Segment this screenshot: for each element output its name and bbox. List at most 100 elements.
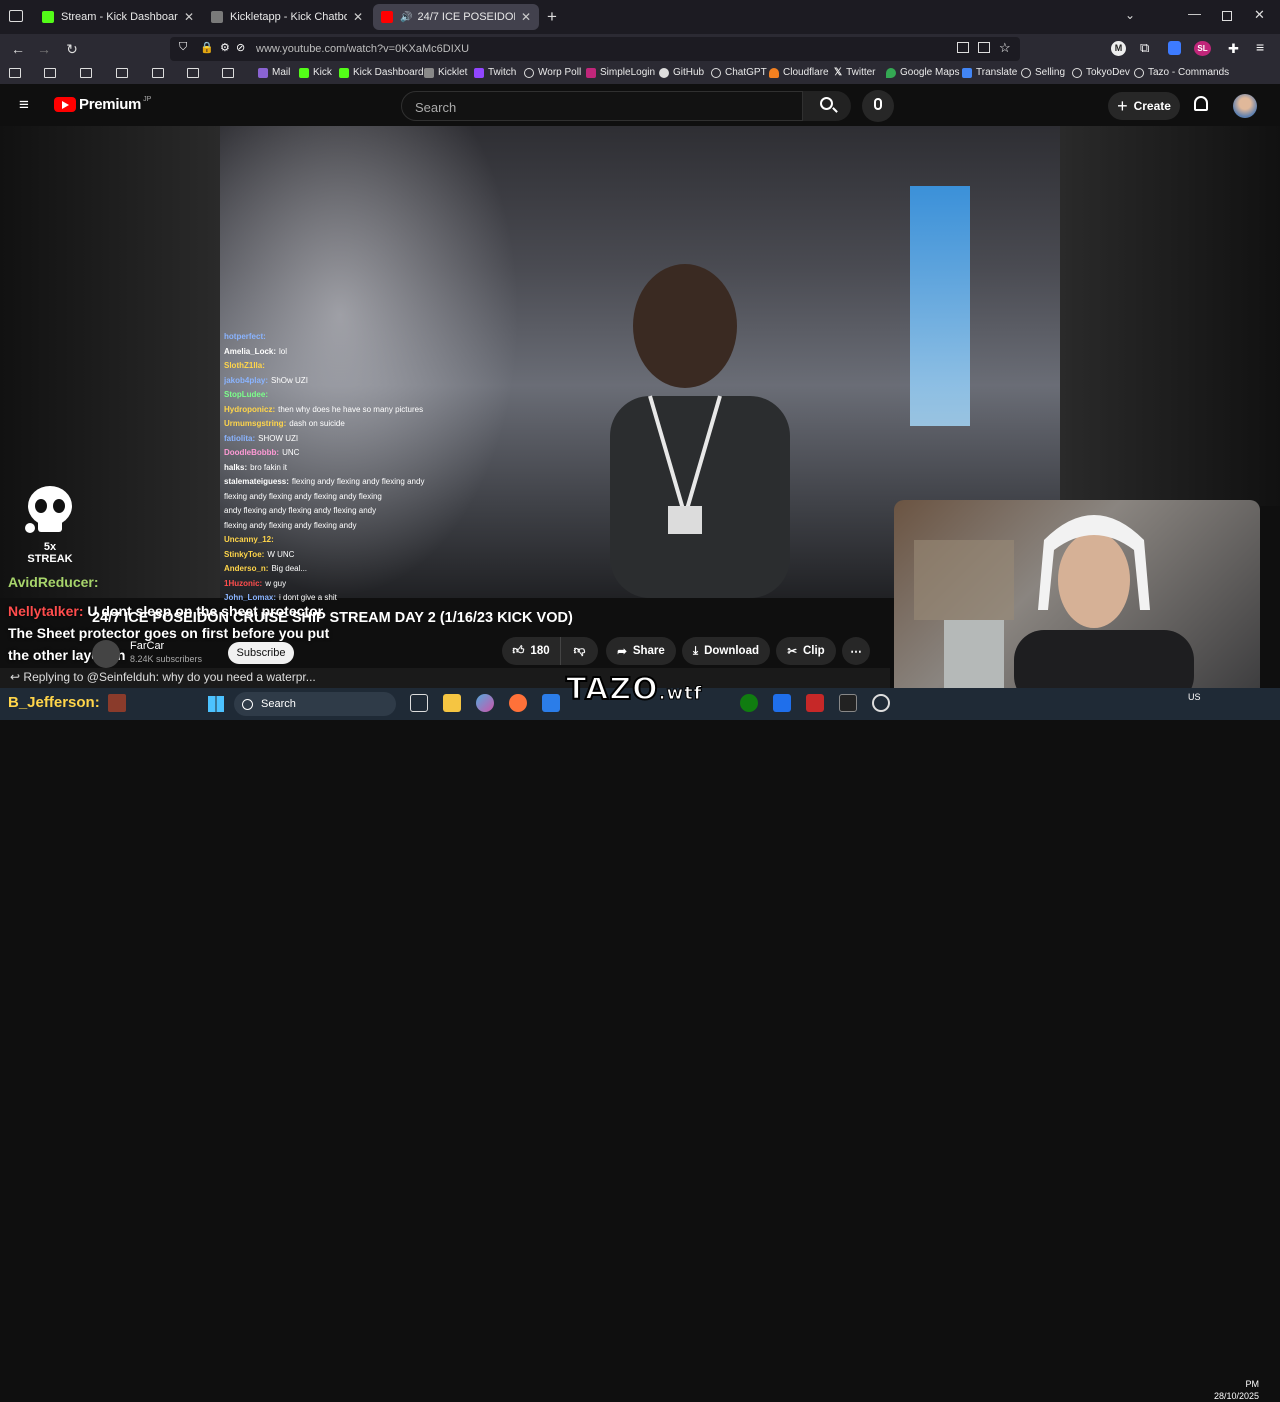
screenshot-icon[interactable] <box>978 42 990 53</box>
bookmark-google-maps[interactable]: Google Maps <box>886 67 959 78</box>
taskbar-search[interactable]: Search <box>234 692 396 716</box>
thumbs-up-icon: 👍︎ <box>512 645 525 657</box>
bookmark-kick-dashboard[interactable]: Kick Dashboard <box>339 67 424 78</box>
bookmark-github[interactable]: GitHub <box>659 67 704 78</box>
folder-icon[interactable] <box>187 68 199 78</box>
clip-button[interactable]: ✂ Clip <box>776 637 836 665</box>
maximize-button[interactable] <box>1222 11 1232 21</box>
system-clock[interactable]: PM 28/10/2025 <box>1214 1378 1259 1402</box>
video-chat-text: bro fakin it <box>250 462 288 472</box>
file-explorer-icon[interactable] <box>443 694 461 712</box>
video-chat-line: andy flexing andy flexing andy flexing a… <box>224 504 434 519</box>
folder-icon[interactable] <box>116 68 128 78</box>
guide-menu-icon[interactable]: ≡ <box>19 95 29 115</box>
bookmark-tazo-commands[interactable]: Tazo - Commands <box>1134 67 1229 78</box>
language-indicator[interactable]: US <box>1188 692 1201 702</box>
url-text[interactable]: www.youtube.com/watch?v=0KXaMc6DIXU <box>256 43 469 55</box>
tab-overflow-chevron-icon[interactable]: ⌄ <box>1125 8 1135 22</box>
channel-name[interactable]: FarCar <box>130 640 164 652</box>
channel-avatar[interactable] <box>92 640 120 668</box>
reader-view-icon[interactable] <box>957 42 969 53</box>
xbox-icon[interactable] <box>740 694 758 712</box>
tab-kick-dashboard[interactable]: Stream - Kick Dashboard ✕ <box>34 4 202 30</box>
lock-icon[interactable]: 🔒 <box>200 41 214 54</box>
app-icon[interactable] <box>806 694 824 712</box>
back-button[interactable]: ← <box>8 40 28 58</box>
store-icon[interactable] <box>542 694 560 712</box>
bookmark-worp-poll[interactable]: Worp Poll <box>524 67 581 78</box>
close-tab-icon[interactable]: ✕ <box>184 10 194 24</box>
app-icon[interactable] <box>773 694 791 712</box>
download-button[interactable]: ⤓ Download <box>682 637 770 665</box>
extensions-icon[interactable]: ✚ <box>1228 41 1239 57</box>
extensions-puzzle-icon[interactable]: ⧉ <box>1140 40 1149 56</box>
microphone-icon <box>874 98 882 110</box>
bookmark-cloudflare[interactable]: Cloudflare <box>769 67 829 78</box>
dislike-button[interactable]: 👎︎ <box>560 637 598 665</box>
bookmark-chatgpt[interactable]: ChatGPT <box>711 67 767 78</box>
tab-youtube-video[interactable]: 🔊 24/7 ICE POSEIDON CRUISE ✕ <box>373 4 539 30</box>
bookmark-tokyodev[interactable]: TokyoDev <box>1072 67 1130 78</box>
video-chat-line: StinkyToe: W UNC <box>224 548 434 563</box>
copilot-icon[interactable] <box>476 694 494 712</box>
folder-icon[interactable] <box>44 68 56 78</box>
account-m-icon[interactable]: M <box>1111 41 1126 56</box>
folder-icon[interactable] <box>222 68 234 78</box>
bookmark-twitch[interactable]: Twitch <box>474 67 516 78</box>
video-chat-username: Anderso_n: <box>224 564 269 573</box>
create-button[interactable]: + Create <box>1108 92 1180 120</box>
folder-icon[interactable] <box>9 68 21 78</box>
subscribe-button[interactable]: Subscribe <box>228 642 294 664</box>
notifications-bell-icon[interactable] <box>1194 96 1208 111</box>
bookmark-simplelogin[interactable]: SimpleLogin <box>586 67 655 78</box>
search-input[interactable]: Search <box>401 91 803 121</box>
thumbs-down-icon: 👎︎ <box>573 645 586 657</box>
epic-games-icon[interactable] <box>839 694 857 712</box>
task-view-icon[interactable] <box>410 694 428 712</box>
search-button[interactable] <box>803 91 851 121</box>
bookmark-selling[interactable]: Selling <box>1021 67 1065 78</box>
menu-hamburger-icon[interactable]: ≡ <box>1256 39 1264 55</box>
close-tab-icon[interactable]: ✕ <box>353 10 363 24</box>
bookmark-star-icon[interactable]: ☆ <box>999 40 1011 56</box>
bookmark-label: Twitch <box>488 67 517 78</box>
video-chat-text: dash on suicide <box>289 419 345 428</box>
tab-list-icon[interactable] <box>9 10 23 22</box>
folder-icon[interactable] <box>152 68 164 78</box>
vpn-extension-icon[interactable] <box>1168 41 1181 55</box>
reload-button[interactable]: ↻ <box>62 40 82 58</box>
permissions-icon[interactable]: ⚙ <box>220 41 230 54</box>
reply-arrow-icon: ↩ <box>10 670 21 684</box>
share-arrow-icon: ➦ <box>617 646 627 658</box>
avatar[interactable] <box>1233 94 1257 118</box>
tab-kicklet[interactable]: Kickletapp - Kick Chatbot and C ✕ <box>203 4 371 30</box>
bookmark-kicklet[interactable]: Kicklet <box>424 67 467 78</box>
close-window-button[interactable]: ✕ <box>1254 7 1265 23</box>
bookmark-twitter[interactable]: 𝕏 Twitter <box>834 67 876 78</box>
simplelogin-extension-icon[interactable]: SL <box>1194 41 1211 56</box>
translate-icon <box>962 67 972 78</box>
bookmark-mail[interactable]: Mail <box>258 67 290 78</box>
more-actions-button[interactable]: ⋯ <box>842 637 870 665</box>
shield-icon[interactable]: ⛉ <box>179 41 187 54</box>
bookmark-label: Kicklet <box>438 67 468 78</box>
new-tab-button[interactable]: + <box>547 7 557 27</box>
like-button[interactable]: 👍︎ 180 <box>502 637 560 665</box>
youtube-premium-logo[interactable]: Premium JP <box>54 96 151 113</box>
firefox-icon[interactable] <box>509 694 527 712</box>
minimize-button[interactable]: — <box>1188 6 1201 21</box>
windows-start-icon[interactable] <box>208 696 224 712</box>
autoplay-blocked-icon[interactable]: ⊘ <box>236 41 245 54</box>
voice-search-button[interactable] <box>862 90 894 122</box>
forward-button[interactable]: → <box>34 40 54 58</box>
bookmark-kick[interactable]: Kick <box>299 67 332 78</box>
video-chat-username: Uncanny_12: <box>224 535 274 544</box>
folder-icon[interactable] <box>80 68 92 78</box>
x-logo-icon: 𝕏 <box>834 67 843 78</box>
bookmark-translate[interactable]: Translate <box>962 67 1017 78</box>
share-button[interactable]: ➦ Share <box>606 637 676 665</box>
speaker-icon[interactable]: 🔊 <box>400 12 412 23</box>
url-bar[interactable]: ⛉ 🔒 ⚙ ⊘ www.youtube.com/watch?v=0KXaMc6D… <box>170 37 1020 61</box>
app-icon[interactable] <box>872 694 890 712</box>
close-tab-icon[interactable]: ✕ <box>521 10 531 24</box>
